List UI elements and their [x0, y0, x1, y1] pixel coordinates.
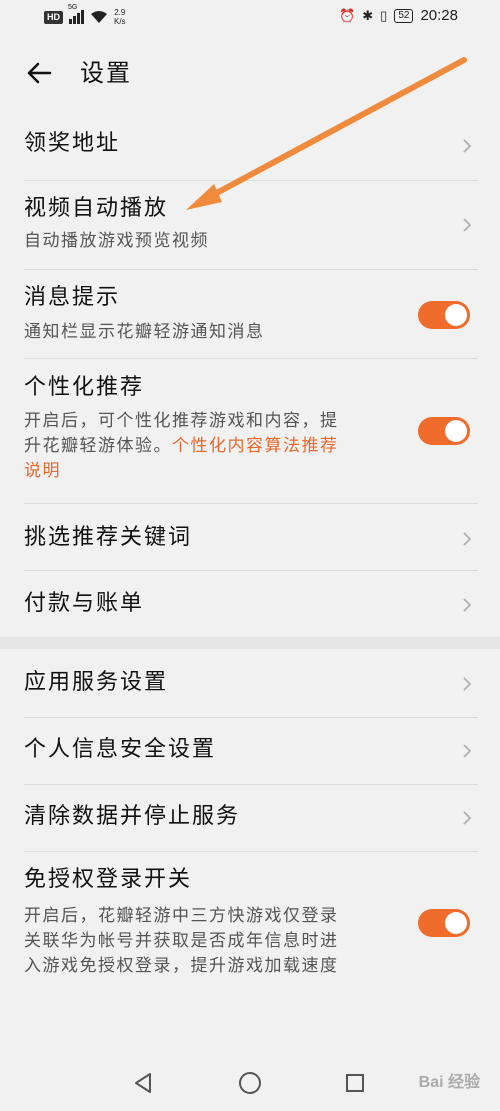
- network-speed: 2.9 K/s: [114, 8, 126, 26]
- item-subtitle: 通知栏显示花瓣轻游通知消息: [24, 322, 265, 342]
- settings-item-app-service[interactable]: 应用服务设置: [0, 649, 500, 717]
- chevron-right-icon: [463, 677, 472, 691]
- network-type: 5G: [68, 4, 78, 11]
- message-notice-toggle[interactable]: [418, 301, 470, 329]
- settings-item-prize-address[interactable]: 领奖地址: [0, 112, 500, 180]
- subtitle-line: 开启后，花瓣轻游中三方快游戏仅登录: [24, 906, 339, 926]
- settings-item-privacy-security[interactable]: 个人信息安全设置: [0, 718, 500, 784]
- toggle-knob: [445, 420, 467, 442]
- battery-icon: 52: [394, 8, 414, 23]
- subtitle-line: 升花瓣轻游体验。个性化内容算法推荐: [24, 434, 404, 459]
- clock: 20:28: [420, 7, 458, 24]
- nav-home-icon[interactable]: [238, 1071, 262, 1095]
- status-right: ⏰ ✱ ▯ 52 20:28: [339, 7, 458, 24]
- item-title: 免授权登录开关: [24, 867, 193, 892]
- chevron-right-icon: [463, 598, 472, 612]
- settings-item-auth-free-login: 免授权登录开关 开启后，花瓣轻游中三方快游戏仅登录 关联华为帐号并获取是否成年信…: [0, 852, 500, 992]
- nav-back-icon[interactable]: [132, 1072, 154, 1094]
- subtitle-line: 开启后，可个性化推荐游戏和内容，提: [24, 411, 339, 431]
- settings-item-payment-billing[interactable]: 付款与账单: [0, 571, 500, 637]
- status-bar: HD 5G 2.9 K/s ⏰ ✱ ▯ 52 20:28: [0, 0, 500, 36]
- item-title: 个性化推荐: [24, 375, 145, 400]
- subtitle-text: 升花瓣轻游体验。: [24, 436, 172, 456]
- item-subtitle: 开启后，可个性化推荐游戏和内容，提 升花瓣轻游体验。个性化内容算法推荐 说明: [24, 409, 404, 484]
- item-title: 挑选推荐关键词: [24, 525, 193, 550]
- settings-item-video-autoplay[interactable]: 视频自动播放 自动播放游戏预览视频: [0, 181, 500, 269]
- hd-badge: HD: [44, 10, 63, 24]
- header: 设置: [0, 52, 500, 96]
- auth-free-login-toggle[interactable]: [418, 909, 470, 937]
- subtitle-line: 关联华为帐号并获取是否成年信息时进: [24, 931, 339, 951]
- chevron-right-icon: [463, 532, 472, 546]
- vibrate-icon: ▯: [380, 7, 388, 23]
- signal-icon: 5G: [68, 4, 84, 24]
- settings-item-clear-data[interactable]: 清除数据并停止服务: [0, 785, 500, 851]
- subtitle-line: 入游戏免授权登录，提升游戏加载速度: [24, 956, 339, 976]
- settings-item-message-notice: 消息提示 通知栏显示花瓣轻游通知消息: [0, 270, 500, 358]
- item-title: 应用服务设置: [24, 670, 169, 695]
- algorithm-explanation-link-cont[interactable]: 说明: [24, 459, 404, 484]
- chevron-right-icon: [463, 811, 472, 825]
- item-subtitle: 自动播放游戏预览视频: [24, 231, 209, 251]
- status-left: HD 5G 2.9 K/s: [44, 4, 126, 26]
- page-title: 设置: [80, 59, 132, 87]
- algorithm-explanation-link[interactable]: 个性化内容算法推荐: [172, 436, 339, 456]
- item-title: 视频自动播放: [24, 196, 169, 221]
- wifi-icon: [91, 11, 107, 23]
- nav-recents-icon[interactable]: [345, 1073, 365, 1093]
- settings-item-pick-keywords[interactable]: 挑选推荐关键词: [0, 504, 500, 570]
- chevron-right-icon: [463, 139, 472, 153]
- bluetooth-icon: ✱: [362, 7, 374, 23]
- speed-value: 2.9: [114, 8, 126, 17]
- toggle-knob: [445, 912, 467, 934]
- item-title: 领奖地址: [24, 131, 121, 156]
- item-subtitle: 开启后，花瓣轻游中三方快游戏仅登录 关联华为帐号并获取是否成年信息时进 入游戏免…: [24, 904, 404, 979]
- item-title: 个人信息安全设置: [24, 737, 217, 762]
- chevron-right-icon: [463, 744, 472, 758]
- back-arrow-icon[interactable]: [24, 58, 54, 88]
- alarm-icon: ⏰: [339, 7, 356, 23]
- item-title: 消息提示: [24, 285, 121, 310]
- section-separator: [0, 637, 500, 649]
- speed-unit: K/s: [114, 17, 126, 26]
- toggle-knob: [445, 304, 467, 326]
- item-title: 清除数据并停止服务: [24, 804, 241, 829]
- personalized-recommendation-toggle[interactable]: [418, 417, 470, 445]
- chevron-right-icon: [463, 218, 472, 232]
- baidu-watermark: Bai 经验: [418, 1074, 480, 1091]
- settings-item-personalized-recommendation: 个性化推荐 开启后，可个性化推荐游戏和内容，提 升花瓣轻游体验。个性化内容算法推…: [0, 359, 500, 502]
- item-title: 付款与账单: [24, 591, 145, 616]
